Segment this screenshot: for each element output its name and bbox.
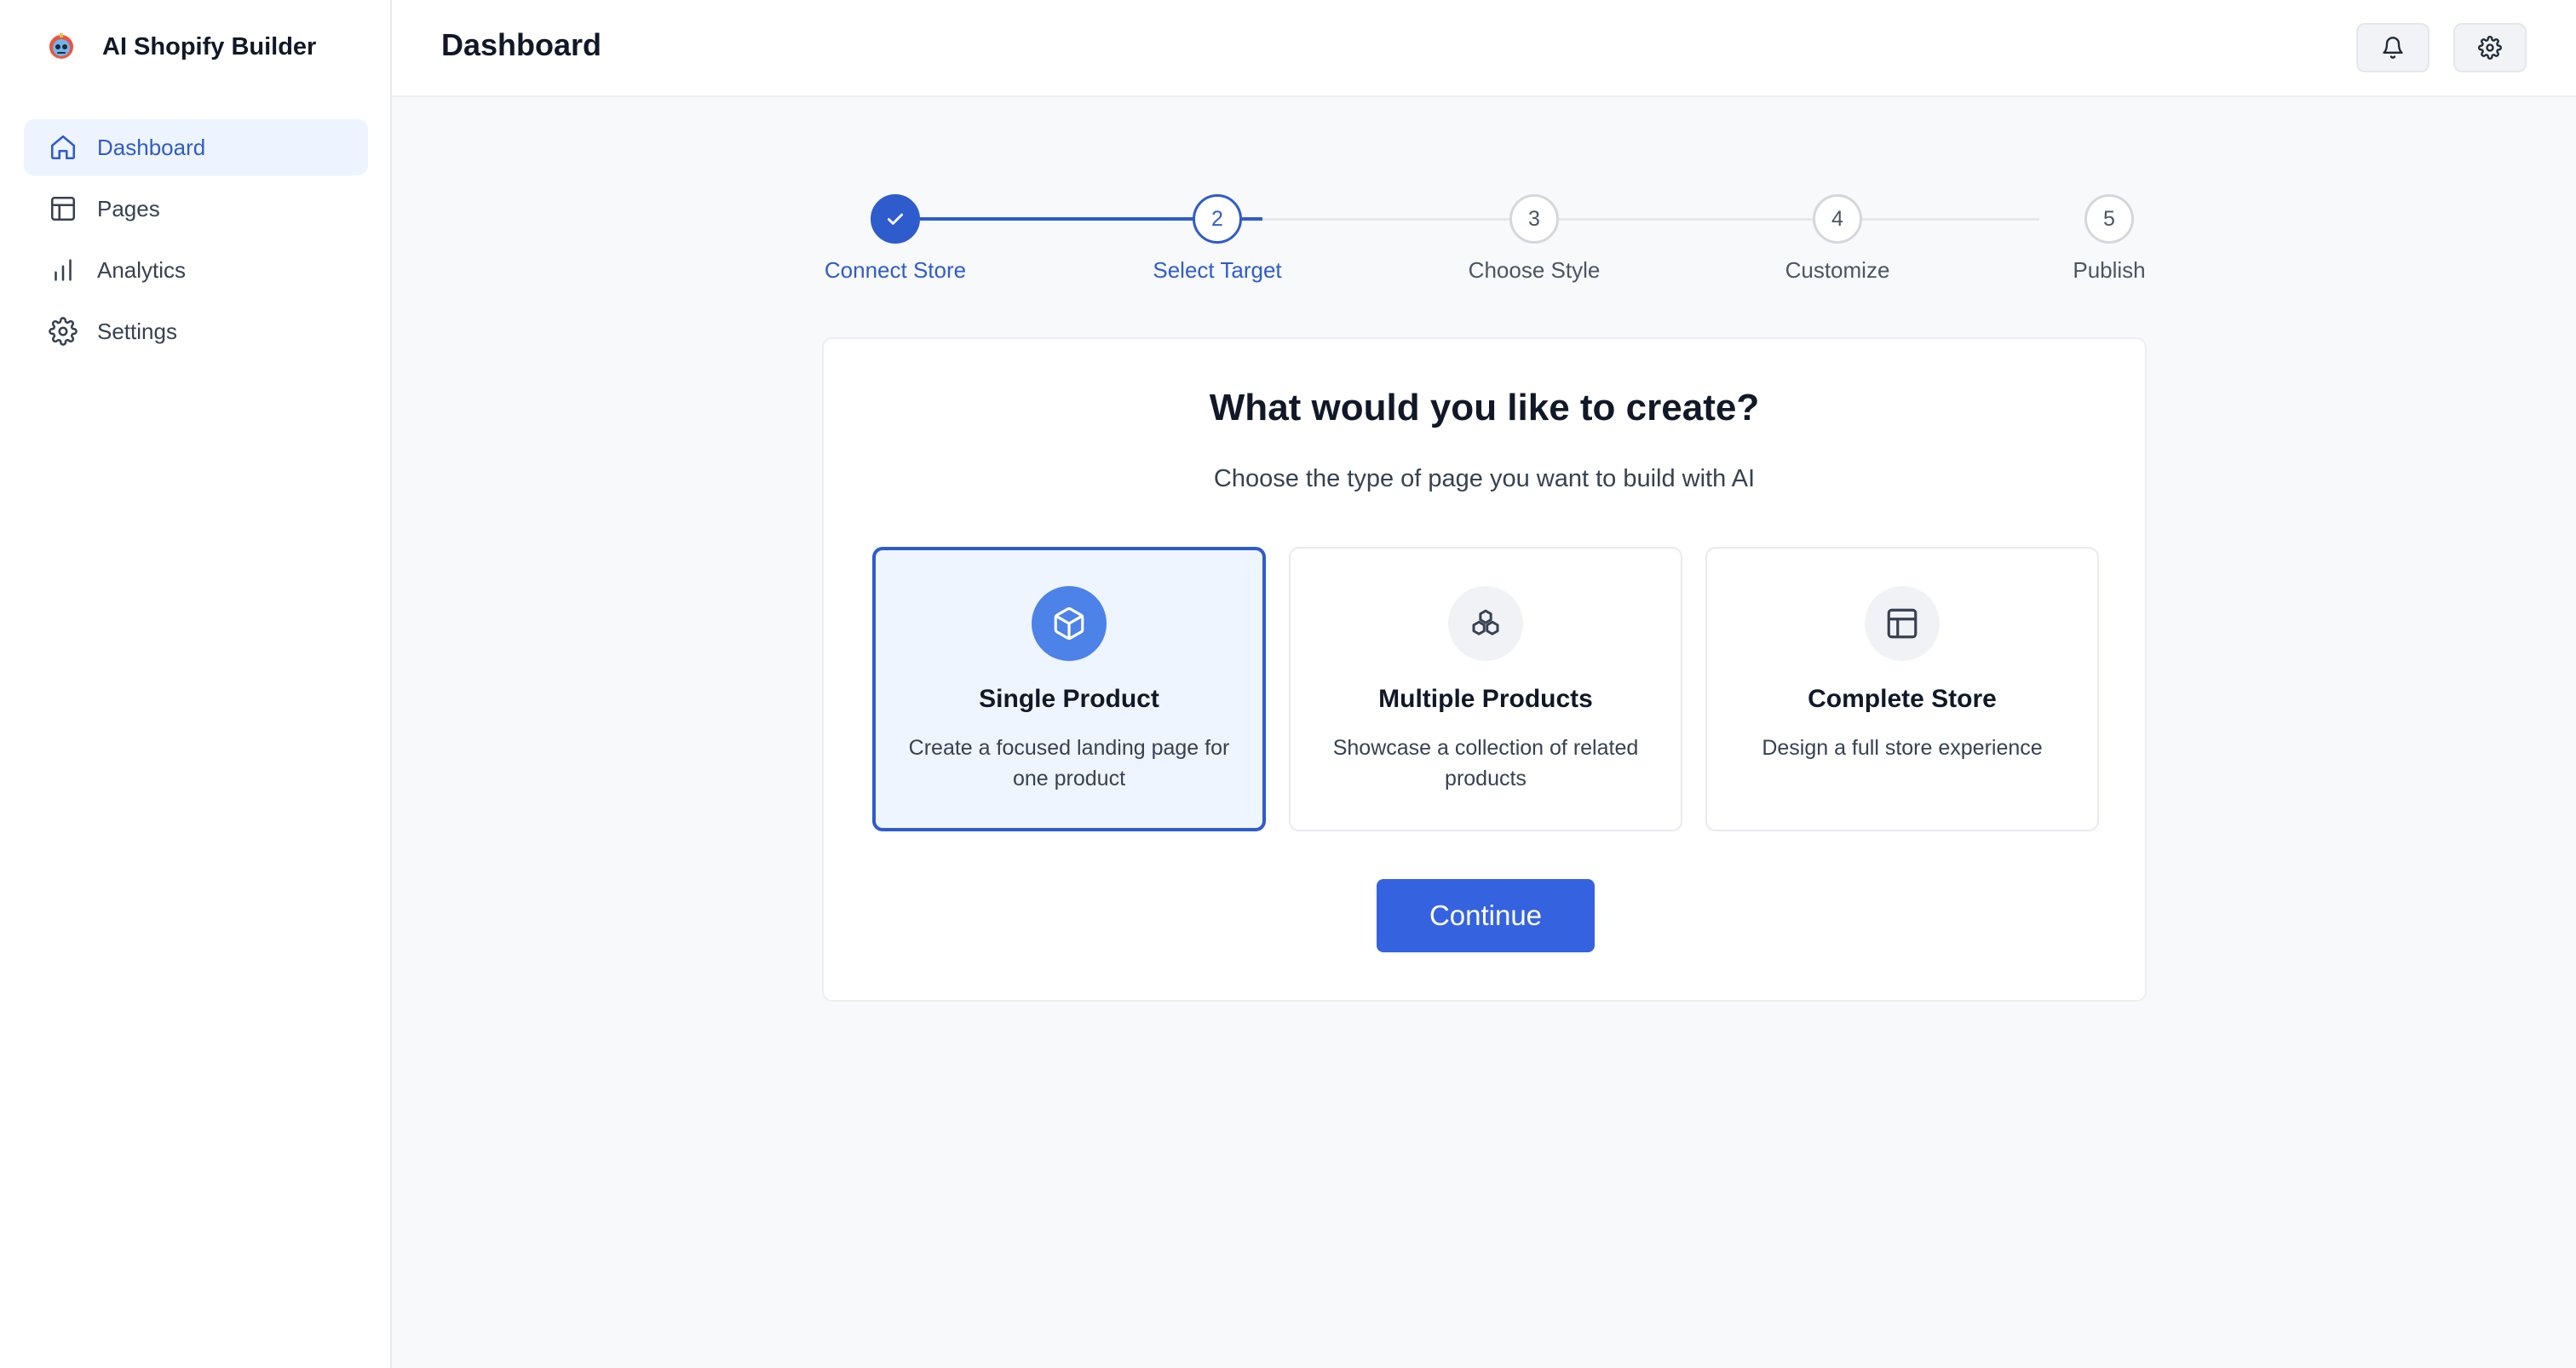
step-number: 4	[1831, 206, 1843, 231]
sidebar-item-label: Settings	[97, 318, 177, 344]
step-5-label[interactable]: Publish	[2073, 257, 2145, 284]
gear-icon	[48, 316, 78, 347]
option-description: Design a full store experience	[1762, 736, 2043, 760]
step-connector	[1559, 218, 1813, 221]
step-connector	[1862, 218, 2039, 221]
option-complete-store[interactable]: Complete Store Design a full store exper…	[1705, 547, 2099, 831]
option-title: Multiple Products	[1378, 685, 1593, 713]
option-description: Showcase a collection of related product…	[1332, 736, 1639, 790]
page-type-card: What would you like to create? Choose th…	[822, 337, 2147, 1002]
cubes-icon	[1472, 609, 1499, 635]
step-number: 5	[2103, 206, 2115, 231]
option-single-product[interactable]: Single Product Create a focused landing …	[872, 547, 1266, 831]
step-3-circle[interactable]: 3	[1509, 194, 1559, 244]
card-subtitle: Choose the type of page you want to buil…	[1213, 465, 1756, 492]
option-icon-bg	[1032, 586, 1107, 661]
step-5-circle[interactable]: 5	[2084, 194, 2134, 244]
option-multiple-products[interactable]: Multiple Products Showcase a collection …	[1289, 547, 1682, 831]
layout-icon	[1887, 608, 1918, 639]
step-3-label[interactable]: Choose Style	[1469, 257, 1601, 284]
continue-button[interactable]: Continue	[1377, 879, 1595, 952]
check-icon	[888, 213, 903, 225]
step-4-label[interactable]: Customize	[1785, 257, 1890, 284]
step-1-label[interactable]: Connect Store	[825, 257, 966, 284]
step-2-circle[interactable]: 2	[1193, 194, 1242, 244]
option-icon-bg	[1865, 586, 1940, 661]
option-title: Single Product	[979, 685, 1159, 713]
option-title: Complete Store	[1808, 685, 1997, 713]
step-number: 2	[1211, 206, 1223, 231]
step-connector	[1262, 218, 1509, 221]
option-icon-bg	[1448, 586, 1523, 661]
step-connector-partial	[1242, 217, 1262, 221]
step-4-circle[interactable]: 4	[1813, 194, 1862, 244]
option-description: Create a focused landing page for one pr…	[908, 736, 1230, 790]
step-number: 3	[1528, 206, 1540, 231]
cube-icon	[1054, 606, 1084, 641]
progress-stepper: 2 3 4 5 Connect Store Select Target Choo…	[0, 0, 2576, 307]
step-2-label[interactable]: Select Target	[1153, 257, 1281, 284]
sidebar-item-settings[interactable]: Settings	[24, 303, 368, 359]
step-1-circle[interactable]	[871, 194, 920, 244]
step-connector-done	[920, 217, 1194, 221]
card-title: What would you like to create?	[1209, 387, 1760, 428]
